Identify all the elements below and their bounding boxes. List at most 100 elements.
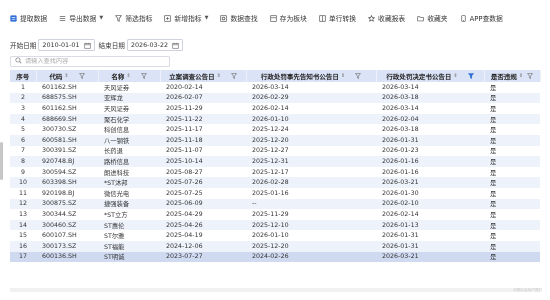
find-icon — [220, 14, 228, 22]
sort-icon[interactable]: ⇕ — [519, 73, 523, 79]
column-header-index[interactable]: 序号 — [10, 70, 37, 82]
sort-icon[interactable]: ⇕ — [217, 73, 221, 79]
cell-name: ST福能 — [98, 240, 160, 252]
filter-icon[interactable] — [230, 73, 237, 79]
cell-decision-date: 2026-02-04 — [376, 113, 484, 125]
cell-investigation-date: 2026-02-07 — [160, 92, 246, 104]
table-row[interactable]: 3 601162.SH 天风证券 2025-11-29 2026-02-14 2026-0… — [10, 103, 540, 114]
column-header-decision-date[interactable]: 行政处罚决定书公告日 ⇕ — [376, 70, 485, 82]
toolbar-button-save-sector[interactable]: 存为板块 — [270, 13, 307, 23]
cell-notice-date: 2026-02-29 — [246, 92, 376, 104]
cell-violation: 是 — [484, 240, 540, 252]
toolbar-button-add-indicator[interactable]: 新增指标 ▼ — [164, 13, 208, 23]
table-row[interactable]: 2 688575.SH 亚辉龙 2026-02-07 2026-02-29 2026-03… — [10, 92, 540, 104]
cell-decision-date: 2026-03-21 — [376, 177, 484, 188]
table-row[interactable]: 7 300391.SZ 长药退 2025-11-07 2025-12-27 2026-01… — [10, 145, 540, 157]
cell-notice-date: 2025-12-10 — [246, 219, 376, 231]
cell-decision-date: 2026-01-16 — [376, 156, 484, 167]
table-row[interactable]: 8 920748.BJ 路桥信息 2025-10-14 2025-12-31 2026-0… — [10, 156, 540, 167]
cell-index: 9 — [10, 166, 36, 178]
filter-icon[interactable] — [78, 73, 85, 79]
cell-notice-date: 2025-12-27 — [246, 145, 376, 157]
column-header-violation[interactable]: 是否违规 ⇕ — [484, 70, 541, 82]
end-date-label: 结束日期 — [98, 42, 125, 50]
column-header-code[interactable]: 代码 ⇕ — [36, 70, 99, 82]
toolbar-button-folder[interactable]: 收藏夹 — [417, 13, 448, 23]
cell-investigation-date: 2023-07-27 — [160, 251, 246, 263]
horizontal-scrollbar[interactable] — [10, 288, 540, 292]
table-row[interactable]: 6 600581.SH 八一钢铁 2025-11-18 2025-12-20 2026-0… — [10, 134, 540, 146]
cell-index: 14 — [10, 219, 36, 231]
cell-violation: 是 — [484, 145, 540, 157]
column-header-investigation-date[interactable]: 立案调查公告日 ⇕ — [160, 70, 247, 82]
cell-name: 微信光电 — [98, 187, 160, 199]
vertical-scrollbar-thumb[interactable] — [0, 142, 3, 180]
search-box[interactable] — [10, 56, 170, 67]
table-row[interactable]: 12 300875.SZ 捷强装备 2025-06-09 -- 2026-02-10 是 — [10, 198, 540, 210]
column-header-notice-date[interactable]: 行政处罚事先告知书公告日 ⇕ — [246, 70, 377, 82]
toolbar-button-star[interactable]: 收藏报表 — [368, 13, 405, 23]
cell-index: 7 — [10, 145, 36, 157]
cell-index: 3 — [10, 103, 36, 114]
cell-index: 17 — [10, 251, 36, 263]
cell-violation: 是 — [484, 113, 540, 125]
filter-icon[interactable] — [140, 73, 147, 79]
cell-code: 688575.SH — [36, 92, 98, 104]
table-row[interactable]: 11 920198.BJ 微信光电 2025-07-25 2025-01-16 2026-… — [10, 187, 540, 199]
cell-investigation-date: 2025-04-19 — [160, 230, 246, 241]
cell-code: 688669.SH — [36, 113, 98, 125]
calendar-icon[interactable] — [172, 42, 179, 49]
cell-violation: 是 — [484, 198, 540, 210]
table-row[interactable]: 5 300730.SZ 科创信息 2025-11-17 2025-12-24 2026-0… — [10, 124, 540, 135]
cell-investigation-date: 2025-10-14 — [160, 156, 246, 167]
cell-violation: 是 — [484, 82, 540, 93]
cell-code: 601162.SH — [36, 82, 98, 93]
calendar-icon[interactable] — [83, 42, 91, 49]
cell-code: 300460.SZ — [36, 219, 98, 231]
cell-name: ST惠伦 — [98, 219, 160, 231]
folder-icon — [417, 15, 424, 22]
start-date-input[interactable]: 2010-01-01 — [38, 39, 95, 51]
toolbar-button-filter[interactable]: 筛选指标 — [115, 13, 152, 23]
dropdown-caret-icon[interactable]: ▼ — [205, 15, 209, 21]
table-row[interactable]: 10 603398.SH *ST沐邦 2025-07-26 2026-02-28 2026… — [10, 177, 540, 188]
end-date-input[interactable]: 2026-03-22 — [126, 39, 184, 51]
cell-decision-date: 2026-03-18 — [376, 92, 484, 104]
start-date-label: 开始日期 — [10, 42, 37, 50]
toolbar-button-find[interactable]: 数据查找 — [220, 13, 258, 23]
dropdown-caret-icon[interactable]: ▼ — [99, 15, 103, 21]
cell-name: 科创信息 — [98, 124, 160, 135]
toolbar-button-export[interactable]: 导出数据 ▼ — [59, 13, 103, 23]
cell-index: 12 — [10, 198, 36, 210]
table-row[interactable]: 1 601162.SH 天风证券 2020-02-14 2026-03-14 2026-0… — [10, 82, 540, 93]
filter-icon-active[interactable] — [467, 73, 474, 79]
filter-icon[interactable] — [355, 73, 362, 79]
toolbar-button-row-convert[interactable]: 单行转换 — [319, 13, 356, 23]
sort-icon[interactable]: ⇕ — [453, 73, 457, 79]
sort-icon[interactable]: ⇕ — [64, 73, 68, 79]
cell-investigation-date: 2025-11-22 — [160, 113, 246, 125]
cell-decision-date: 2026-01-31 — [376, 240, 484, 252]
cell-violation: 是 — [484, 209, 540, 220]
table-header-row: 序号 代码 ⇕ 名称 ⇕ 立案调查公告日 ⇕ 行政处罚事先告知书公告日 ⇕ 行政处罚决定… — [10, 70, 541, 82]
table-row[interactable]: 13 300344.SZ *ST立方 2025-04-29 2025-11-29 2026… — [10, 209, 540, 220]
toolbar-button-label: 提取数据 — [20, 15, 48, 23]
table-row[interactable]: 16 300173.SZ ST福能 2024-12-06 2025-12-20 2026-… — [10, 240, 540, 252]
filter-icon[interactable] — [527, 73, 534, 79]
toolbar-button-phone[interactable]: APP查数据 — [460, 13, 503, 23]
table-row[interactable]: 17 600136.SH ST明诚 2023-07-27 2024-02-26 2026-… — [10, 251, 540, 263]
sort-icon[interactable]: ⇕ — [341, 73, 345, 79]
toolbar-button-extract[interactable]: 提取数据 — [10, 13, 47, 23]
cell-investigation-date: 2025-08-27 — [160, 166, 246, 178]
search-input[interactable] — [25, 58, 165, 65]
table-row[interactable]: 15 600107.SH ST尔雅 2025-04-19 2026-01-10 2026-… — [10, 230, 540, 241]
table-row[interactable]: 9 300594.SZ 朗进科技 2025-08-27 2025-12-17 2026-0… — [10, 166, 540, 178]
sort-icon[interactable]: ⇕ — [126, 73, 130, 79]
cell-decision-date: 2026-01-13 — [376, 219, 484, 231]
cell-name: 朗进科技 — [98, 166, 160, 178]
table-row[interactable]: 14 300460.SZ ST惠伦 2025-04-26 2025-12-10 2026-… — [10, 219, 540, 231]
cell-decision-date: 2026-01-31 — [376, 230, 484, 241]
cell-notice-date: 2025-12-24 — [246, 124, 376, 135]
column-header-name[interactable]: 名称 ⇕ — [98, 70, 161, 82]
table-row[interactable]: 4 688669.SH 聚石化学 2025-11-22 2026-01-10 2026-0… — [10, 113, 540, 125]
